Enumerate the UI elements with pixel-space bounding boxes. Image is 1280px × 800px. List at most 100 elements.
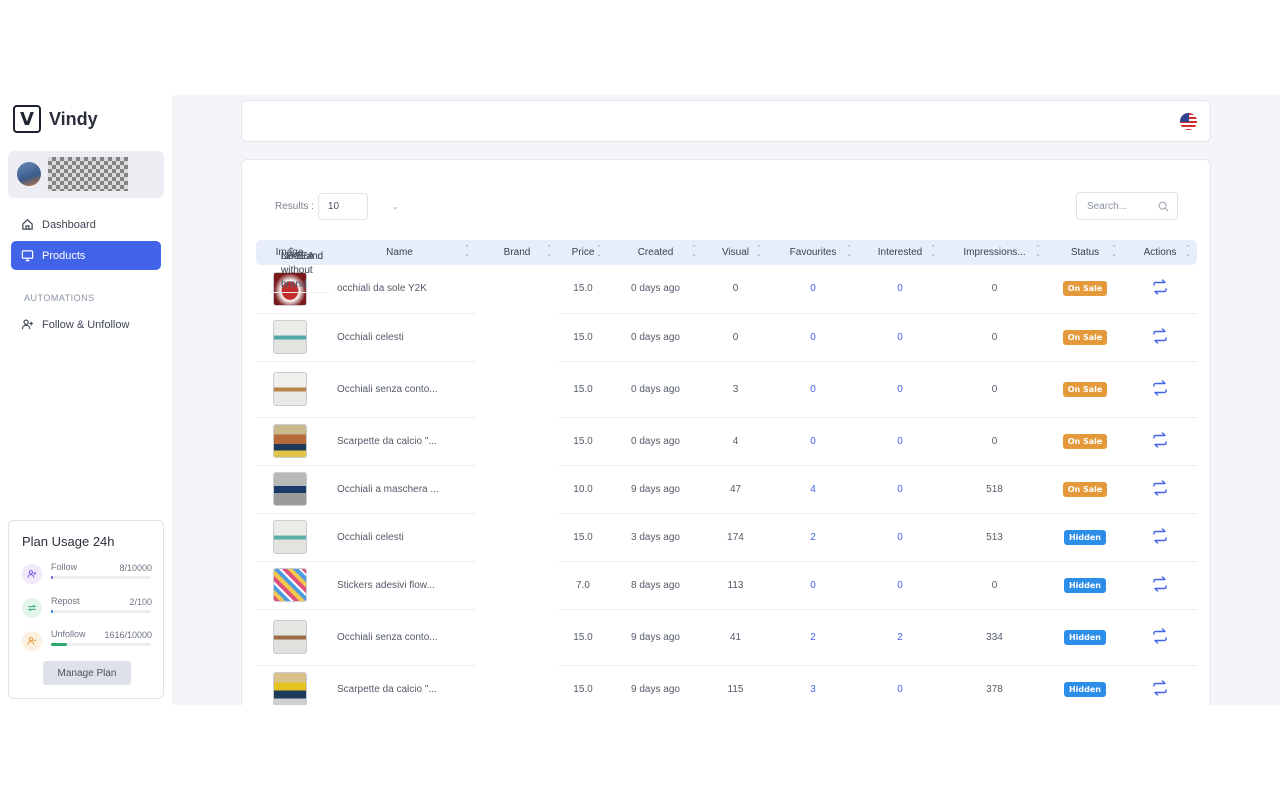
cell-favourites[interactable]: 2	[768, 609, 858, 666]
table-row[interactable]: Stickers adesivi flow... No Brand 7.0 8 day…	[256, 251, 1197, 610]
column-header[interactable]: Name ⌃ ⌄	[323, 240, 476, 265]
cell-interested[interactable]: 0	[858, 513, 942, 562]
cell-favourites[interactable]: 0	[768, 361, 858, 418]
sort-icon[interactable]: ⌃ ⌄	[1185, 245, 1191, 258]
cell-impressions: 0	[942, 265, 1047, 314]
cell-visual: 174	[703, 513, 768, 562]
column-header-label: Name	[386, 247, 413, 258]
cell-image	[256, 513, 323, 562]
column-header[interactable]: Price ⌃ ⌄	[558, 240, 608, 265]
cell-price: 15.0	[558, 265, 608, 314]
sort-icon[interactable]: ⌃ ⌄	[846, 245, 852, 258]
column-header[interactable]: Created ⌃ ⌄	[608, 240, 703, 265]
cell-interested[interactable]: 0	[858, 465, 942, 514]
column-header[interactable]: Actions ⌃ ⌄	[1123, 240, 1197, 265]
cell-interested[interactable]: 0	[858, 417, 942, 466]
cell-impressions: 0	[942, 561, 1047, 610]
cell-interested[interactable]: 0	[858, 665, 942, 705]
column-header[interactable]: Favourites ⌃ ⌄	[768, 240, 858, 265]
sort-icon[interactable]: ⌃ ⌄	[596, 245, 602, 258]
cell-favourites[interactable]: 0	[768, 313, 858, 362]
sort-icon[interactable]: ⌃ ⌄	[930, 245, 936, 258]
cell-favourites[interactable]: 4	[768, 465, 858, 514]
us-flag-icon[interactable]	[1180, 113, 1197, 130]
product-thumbnail[interactable]	[272, 672, 307, 705]
cell-interested[interactable]: 0	[858, 313, 942, 362]
product-thumbnail[interactable]	[272, 520, 307, 554]
cell-actions	[1123, 513, 1197, 562]
search-box[interactable]	[1076, 192, 1178, 220]
column-header[interactable]: Visual ⌃ ⌄	[703, 240, 768, 265]
cell-name: Occhiali celesti	[323, 513, 476, 562]
sidebar-item-products[interactable]: Products	[11, 241, 161, 270]
usage-follow: Follow 8/10000	[22, 562, 152, 588]
usage-unfollow: Unfollow 1616/10000	[22, 629, 152, 655]
sort-icon[interactable]: ⌃ ⌄	[1111, 245, 1117, 258]
column-header[interactable]: Impressions... ⌃ ⌄	[942, 240, 1047, 265]
sort-icon[interactable]: ⌃ ⌄	[756, 245, 762, 258]
sort-icon[interactable]: ⌃ ⌄	[464, 245, 470, 258]
table-row[interactable]: occhiali da sole Y2K No Brand 15.0 0 days a…	[256, 251, 1197, 314]
repost-icon[interactable]	[1151, 627, 1169, 645]
sort-icon[interactable]: ⌃ ⌄	[1035, 245, 1041, 258]
column-header[interactable]: Status ⌃ ⌄	[1047, 240, 1123, 265]
cell-favourites[interactable]: 0	[768, 561, 858, 610]
repost-icon[interactable]	[1151, 379, 1169, 397]
cell-visual: 0	[703, 313, 768, 362]
brand[interactable]: V Vindy	[13, 105, 98, 133]
cell-favourites[interactable]: 3	[768, 665, 858, 705]
repost-icon[interactable]	[1151, 575, 1169, 593]
sidebar-item-dashboard[interactable]: Dashboard	[11, 210, 161, 239]
product-thumbnail[interactable]	[272, 320, 307, 354]
column-header-label: Interested	[877, 247, 923, 258]
cell-interested[interactable]: 2	[858, 609, 942, 666]
cell-interested[interactable]: 0	[858, 361, 942, 418]
results-select[interactable]: 10	[317, 193, 368, 220]
product-thumbnail[interactable]	[272, 372, 307, 406]
cell-impressions: 334	[942, 609, 1047, 666]
table-row[interactable]: Occhiali senza conto... List without bran…	[256, 251, 1197, 666]
table-row[interactable]: Scarpette da calcio "... LEGEA 15.0 9 days …	[256, 251, 1197, 705]
product-thumbnail[interactable]	[272, 620, 307, 654]
repost-icon[interactable]	[1151, 527, 1169, 545]
username-redacted	[48, 157, 128, 191]
table-row[interactable]: Occhiali senza conto... List without bran…	[256, 251, 1197, 418]
manage-plan-button[interactable]: Manage Plan	[43, 661, 131, 685]
sort-icon[interactable]: ⌃ ⌄	[691, 245, 697, 258]
usage-bar-fill	[51, 576, 53, 579]
table-row[interactable]: Occhiali celesti No Brand 15.0 0 days ago 0 0…	[256, 251, 1197, 362]
repost-icon[interactable]	[1151, 679, 1169, 697]
usage-bar-fill	[51, 610, 53, 613]
cell-name: Stickers adesivi flow...	[323, 561, 476, 610]
cell-created: 8 days ago	[608, 561, 703, 610]
cell-name: Occhiali a maschera ...	[323, 465, 476, 514]
product-thumbnail[interactable]	[272, 424, 307, 458]
brand-name: Vindy	[49, 108, 98, 129]
sort-icon[interactable]: ⌃ ⌄	[546, 245, 552, 258]
sidebar-item-follow-unfollow[interactable]: Follow & Unfollow	[11, 310, 161, 339]
column-header[interactable]: Interested ⌃ ⌄	[858, 240, 942, 265]
cell-image	[256, 609, 323, 666]
search-icon[interactable]	[1158, 201, 1169, 212]
table-row[interactable]: Occhiali celesti No Brand 15.0 3 days ago 17…	[256, 251, 1197, 562]
user-card[interactable]	[8, 151, 164, 198]
product-thumbnail[interactable]	[272, 568, 307, 602]
cell-interested[interactable]: 0	[858, 265, 942, 314]
repost-icon[interactable]	[1151, 431, 1169, 449]
usage-label: Unfollow	[51, 629, 86, 639]
status-badge: On Sale	[1062, 281, 1108, 297]
repost-icon[interactable]	[1151, 479, 1169, 497]
cell-name: Occhiali senza conto...	[323, 361, 476, 418]
cell-visual: 41	[703, 609, 768, 666]
cell-created: 3 days ago	[608, 513, 703, 562]
product-thumbnail[interactable]	[272, 472, 307, 506]
cell-interested[interactable]: 0	[858, 561, 942, 610]
repost-icon[interactable]	[1151, 278, 1169, 296]
cell-favourites[interactable]: 0	[768, 265, 858, 314]
column-header[interactable]: Brand ⌃ ⌄	[476, 240, 558, 265]
cell-favourites[interactable]: 0	[768, 417, 858, 466]
repost-icon[interactable]	[1151, 327, 1169, 345]
table-row[interactable]: Scarpette da calcio "... LEGEA 15.0 0 days …	[256, 251, 1197, 466]
table-row[interactable]: Occhiali a maschera ... No Brand 10.0 9 day…	[256, 251, 1197, 514]
cell-favourites[interactable]: 2	[768, 513, 858, 562]
